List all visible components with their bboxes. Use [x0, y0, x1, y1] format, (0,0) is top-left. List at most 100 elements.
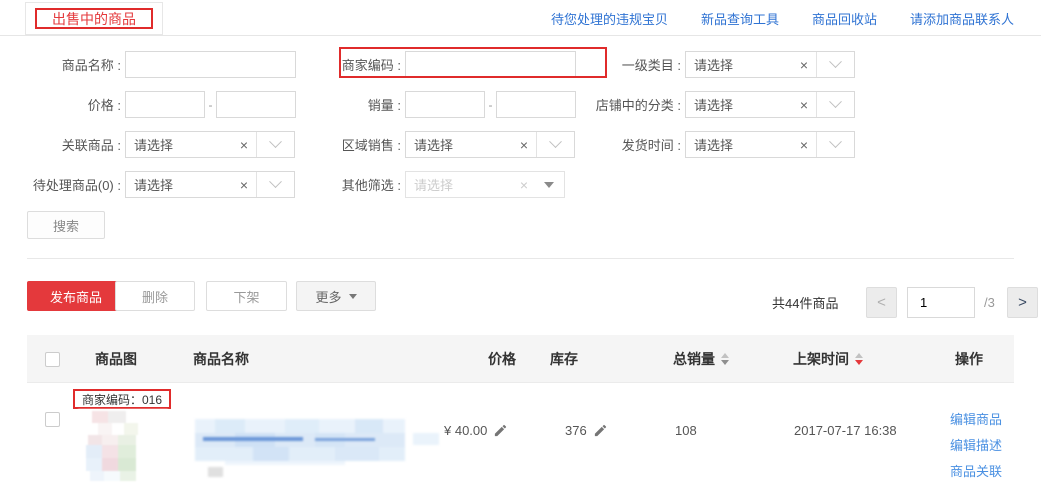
- pending-products-select[interactable]: 请选择 ×: [125, 171, 295, 198]
- ship-time-label: 发货时间 :: [564, 135, 681, 154]
- sort-arrows-icon[interactable]: [855, 353, 863, 365]
- merchant-code-label: 商家编码 :: [280, 55, 401, 74]
- price-label: 价格 :: [2, 95, 121, 114]
- regional-sales-label: 区域销售 :: [280, 135, 401, 154]
- sort-arrows-icon[interactable]: [721, 353, 729, 365]
- top-links: 待您处理的违规宝贝 新品查询工具 商品回收站 请添加商品联系人: [551, 9, 1014, 28]
- filter-related-products: 关联商品 : 请选择 ×: [2, 131, 295, 158]
- product-name-input[interactable]: [125, 51, 296, 78]
- clear-x-icon[interactable]: ×: [800, 138, 808, 152]
- related-products-label: 关联商品 :: [2, 135, 121, 154]
- filter-regional-sales: 区域销售 : 请选择 ×: [280, 131, 575, 158]
- col-stock: 库存: [550, 335, 578, 383]
- filter-merchant-code: 商家编码 :: [280, 51, 576, 78]
- search-button[interactable]: 搜索: [27, 211, 105, 239]
- products-table: 商品图 商品名称 价格 库存 总销量 上架时间 操作 商家编码：016: [27, 335, 1014, 491]
- range-dash: -: [485, 98, 496, 112]
- related-products-select[interactable]: 请选择 ×: [125, 131, 295, 158]
- sales-label: 销量 :: [280, 95, 401, 114]
- link-new-product-query-tool[interactable]: 新品查询工具: [701, 9, 779, 28]
- price-value: ¥ 40.00: [444, 423, 487, 438]
- filter-other: 其他筛选 : 请选择 ×: [280, 171, 565, 198]
- price-min-input[interactable]: [125, 91, 205, 118]
- filter-product-name: 商品名称 :: [2, 51, 296, 78]
- clear-x-icon[interactable]: ×: [240, 178, 248, 192]
- col-product-name: 商品名称: [193, 335, 249, 383]
- filter-category: 一级类目 : 请选择 ×: [564, 51, 855, 78]
- filter-pending-products: 待处理商品(0) : 请选择 ×: [2, 171, 295, 198]
- col-actions: 操作: [955, 335, 983, 383]
- col-listed-time-sort[interactable]: 上架时间: [793, 335, 863, 383]
- category-select-value: 请选择 ×: [686, 52, 816, 77]
- more-button[interactable]: 更多: [296, 281, 376, 311]
- total-sales-value: 108: [675, 423, 697, 438]
- sales-min-input[interactable]: [405, 91, 485, 118]
- merchant-code-annotation-badge: 商家编码：016: [73, 389, 171, 409]
- pending-products-select-value: 请选择 ×: [126, 172, 256, 197]
- select-all-checkbox[interactable]: [45, 352, 60, 367]
- next-page-button[interactable]: >: [1007, 287, 1038, 318]
- col-price: 价格: [488, 335, 516, 383]
- tab-products-on-sale[interactable]: 出售中的商品: [25, 2, 163, 35]
- chevron-down-icon[interactable]: [816, 92, 854, 117]
- product-association-link[interactable]: 商品关联: [950, 461, 1002, 480]
- col-total-sales-sort[interactable]: 总销量: [673, 335, 729, 383]
- merchant-code-input[interactable]: [405, 51, 576, 78]
- edit-description-link[interactable]: 编辑描述: [950, 435, 1002, 454]
- ship-time-select-value: 请选择 ×: [686, 132, 816, 157]
- stock-value: 376: [565, 423, 587, 438]
- link-add-product-contact[interactable]: 请添加商品联系人: [910, 9, 1014, 28]
- edit-stock-pencil-icon[interactable]: [593, 423, 608, 438]
- product-name-blurred[interactable]: [195, 417, 445, 477]
- clear-x-icon[interactable]: ×: [520, 138, 528, 152]
- category-select[interactable]: 请选择 ×: [685, 51, 855, 78]
- row-checkbox[interactable]: [45, 412, 60, 427]
- publish-product-button[interactable]: 发布商品: [27, 281, 125, 311]
- product-image-blurred[interactable]: [78, 409, 168, 487]
- shop-category-select[interactable]: 请选择 ×: [685, 91, 855, 118]
- other-filter-label: 其他筛选 :: [280, 175, 401, 194]
- regional-sales-select[interactable]: 请选择 ×: [405, 131, 575, 158]
- total-products-count: 共44件商品: [772, 287, 838, 318]
- offshelf-button[interactable]: 下架: [206, 281, 287, 311]
- header-divider: [0, 35, 1041, 36]
- filter-ship-time: 发货时间 : 请选择 ×: [564, 131, 855, 158]
- delete-button[interactable]: 删除: [115, 281, 195, 311]
- more-label: 更多: [315, 287, 341, 306]
- link-product-recycle-bin[interactable]: 商品回收站: [812, 9, 877, 28]
- chevron-down-icon[interactable]: [816, 132, 854, 157]
- product-name-label: 商品名称 :: [2, 55, 121, 74]
- prev-page-button[interactable]: <: [866, 287, 897, 318]
- shop-category-select-value: 请选择 ×: [686, 92, 816, 117]
- other-filter-select[interactable]: 请选择 ×: [405, 171, 565, 198]
- edit-price-pencil-icon[interactable]: [493, 423, 508, 438]
- clear-x-icon[interactable]: ×: [800, 98, 808, 112]
- link-violation-items[interactable]: 待您处理的违规宝贝: [551, 9, 668, 28]
- caret-down-icon: [349, 294, 357, 299]
- clear-x-icon[interactable]: ×: [800, 58, 808, 72]
- products-on-sale-page: 出售中的商品 待您处理的违规宝贝 新品查询工具 商品回收站 请添加商品联系人 商…: [0, 0, 1041, 491]
- listed-time-value: 2017-07-17 16:38: [794, 423, 897, 438]
- category-label: 一级类目 :: [564, 55, 681, 74]
- clear-x-icon[interactable]: ×: [240, 138, 248, 152]
- filter-shop-category: 店铺中的分类 : 请选择 ×: [564, 91, 855, 118]
- related-products-select-value: 请选择 ×: [126, 132, 256, 157]
- row-actions: 编辑商品 编辑描述 商品关联: [950, 409, 1002, 480]
- col-product-image: 商品图: [95, 335, 137, 383]
- chevron-down-icon[interactable]: [816, 52, 854, 77]
- regional-sales-select-value: 请选择 ×: [406, 132, 536, 157]
- table-header: 商品图 商品名称 价格 库存 总销量 上架时间 操作: [27, 335, 1014, 383]
- range-dash: -: [205, 98, 216, 112]
- shop-category-label: 店铺中的分类 :: [564, 95, 681, 114]
- filter-price: 价格 : -: [2, 91, 296, 118]
- page-number-input[interactable]: [907, 287, 975, 318]
- ship-time-select[interactable]: 请选择 ×: [685, 131, 855, 158]
- pending-products-label: 待处理商品(0) :: [2, 175, 121, 194]
- section-divider: [27, 258, 1014, 259]
- caret-down-icon[interactable]: [544, 182, 554, 188]
- other-filter-select-value: 请选择 ×: [406, 172, 536, 197]
- edit-product-link[interactable]: 编辑商品: [950, 409, 1002, 428]
- page-total-label: /3: [984, 287, 995, 318]
- clear-x-icon[interactable]: ×: [520, 178, 528, 192]
- filter-sales: 销量 : -: [280, 91, 576, 118]
